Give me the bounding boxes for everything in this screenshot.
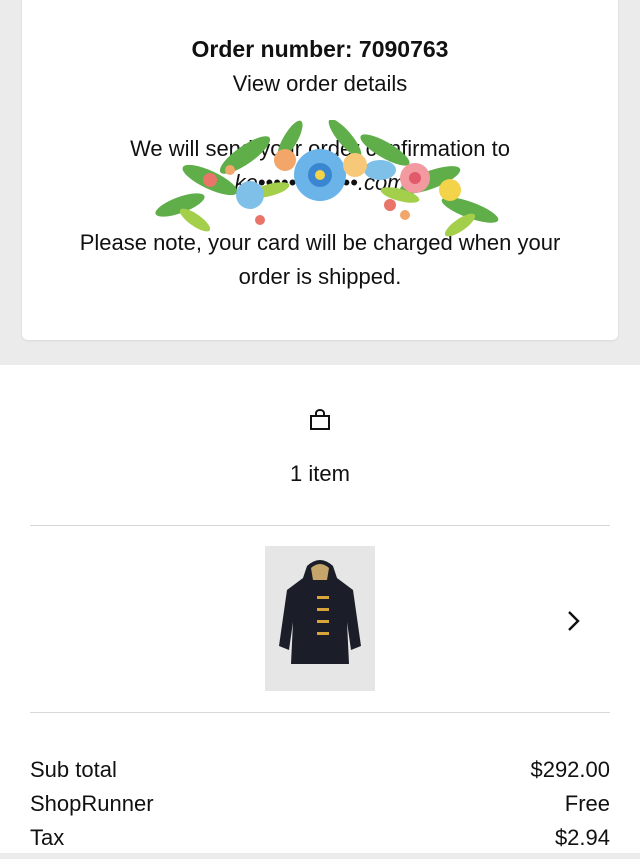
order-confirmation-card: Order number: 7090763 View order details…	[22, 0, 618, 340]
divider	[30, 712, 610, 713]
shopping-bag-icon	[310, 409, 330, 430]
floral-sticker-image	[155, 120, 499, 237]
summary-label: Tax	[30, 825, 65, 850]
summary-row-subtotal: Sub total $292.00	[30, 757, 610, 791]
summary-label: ShopRunner	[30, 791, 154, 816]
order-number: Order number: 7090763	[191, 36, 449, 62]
summary-label: Sub total	[30, 757, 117, 782]
duffle-coat-image	[279, 560, 361, 664]
chevron-right-icon[interactable]	[566, 607, 582, 635]
item-count: 1 item	[290, 461, 350, 486]
divider	[30, 525, 610, 526]
view-order-details-link[interactable]: View order details	[22, 71, 618, 97]
summary-value: $292.00	[530, 757, 610, 782]
summary-value: Free	[564, 791, 610, 816]
summary-value: $2.94	[554, 825, 610, 850]
summary-row-shoprunner: ShopRunner Free	[30, 791, 610, 825]
product-row[interactable]	[30, 527, 610, 712]
summary-row-tax: Tax $2.94	[30, 825, 610, 859]
order-items-card: 1 item Sub total $292.00 ShopRunner Free…	[0, 365, 640, 853]
product-thumbnail[interactable]	[265, 546, 375, 691]
